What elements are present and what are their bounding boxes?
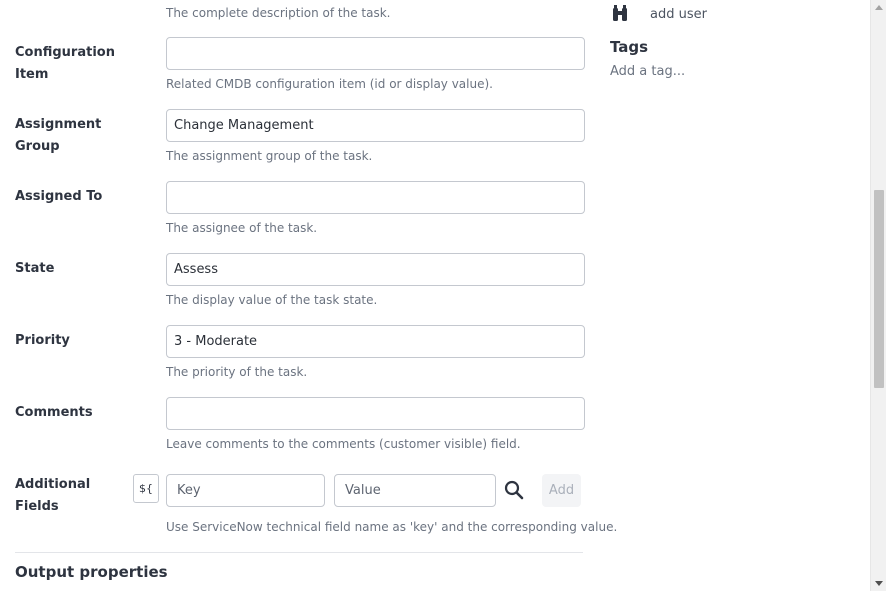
configuration-item-help: Related CMDB configuration item (id or d… [166, 77, 493, 91]
add-field-button[interactable]: Add [542, 474, 581, 507]
state-label: State [15, 261, 55, 276]
search-icon[interactable] [503, 479, 525, 501]
assigned-to-label: Assigned To [15, 189, 103, 204]
comments-label: Comments [15, 405, 93, 420]
additional-field-key-input[interactable]: Key [166, 474, 325, 507]
add-tag-link[interactable]: Add a tag... [610, 64, 685, 79]
configuration-item-label-line2: Item [15, 67, 49, 82]
assigned-to-help: The assignee of the task. [166, 221, 318, 235]
comments-input[interactable] [166, 397, 585, 430]
insert-variable-button[interactable]: ${ [133, 474, 159, 503]
assignment-group-label-line1: Assignment [15, 117, 102, 132]
assigned-to-input[interactable] [166, 181, 585, 214]
vertical-scrollbar[interactable] [870, 0, 886, 591]
assignment-group-label: Assignment Group [15, 114, 125, 158]
scrollbar-thumb[interactable] [874, 190, 884, 388]
scroll-down-arrow[interactable] [875, 581, 883, 586]
comments-help: Leave comments to the comments (customer… [166, 437, 521, 451]
tags-heading: Tags [610, 38, 649, 56]
description-help: The complete description of the task. [166, 6, 391, 20]
section-divider [15, 552, 583, 553]
assignment-group-label-line2: Group [15, 139, 60, 154]
configuration-item-input[interactable] [166, 37, 585, 70]
add-user-label: add user [650, 6, 707, 22]
output-properties-heading: Output properties [15, 563, 168, 581]
state-help: The display value of the task state. [166, 293, 378, 307]
priority-input[interactable]: 3 - Moderate [166, 325, 585, 358]
scroll-up-arrow[interactable] [875, 5, 883, 10]
state-input[interactable]: Assess [166, 253, 585, 286]
additional-fields-label: Additional Fields [15, 477, 91, 514]
assignment-group-input[interactable]: Change Management [166, 109, 585, 142]
priority-help: The priority of the task. [166, 365, 308, 379]
configuration-item-label: Configuration Item [15, 42, 125, 86]
assignment-group-help: The assignment group of the task. [166, 149, 373, 163]
task-form: The complete description of the task. Co… [0, 0, 870, 591]
configuration-item-label-line1: Configuration [15, 45, 115, 60]
additional-field-value-input[interactable]: Value [334, 474, 496, 507]
binoculars-icon [613, 5, 627, 21]
add-user-link[interactable]: add user [612, 5, 707, 23]
priority-label: Priority [15, 333, 70, 348]
additional-fields-help: Use ServiceNow technical field name as '… [166, 520, 618, 534]
